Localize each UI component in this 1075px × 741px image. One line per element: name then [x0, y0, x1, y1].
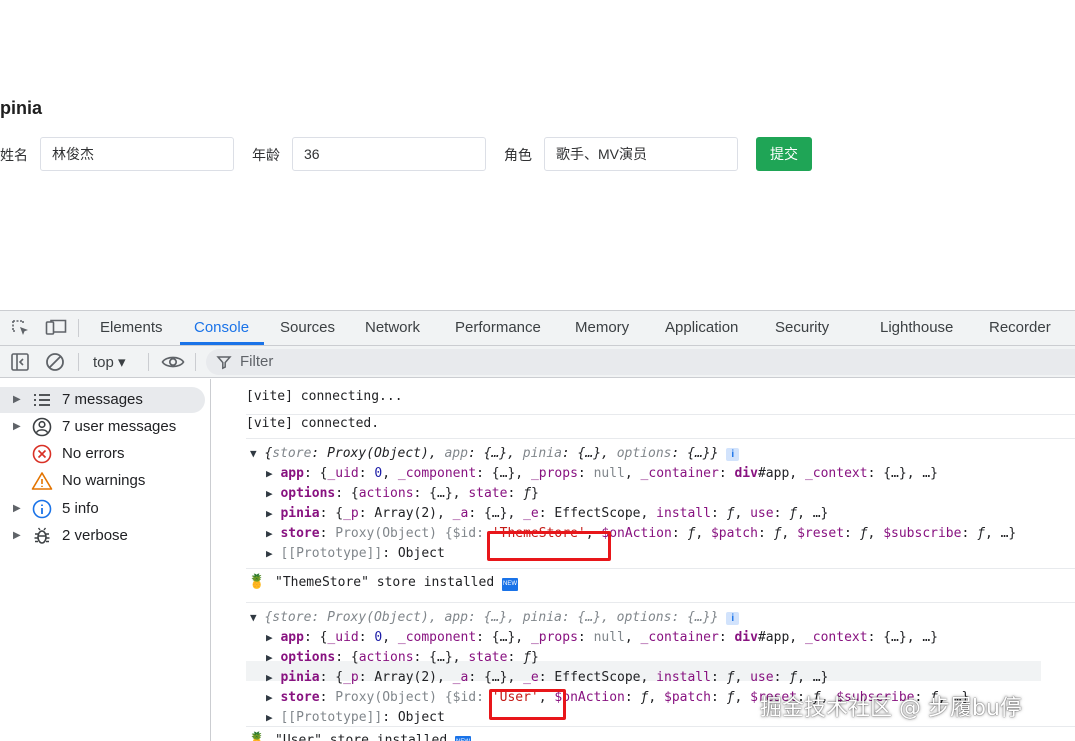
- expand-arrow-icon[interactable]: ▼: [250, 447, 257, 460]
- toolbar-divider: [195, 353, 196, 371]
- sidebar-item-label: 5 info: [62, 500, 99, 517]
- object-property[interactable]: ▶ store: Proxy(Object) {$id: 'ThemeStore…: [266, 526, 1016, 541]
- sidebar-item-warnings[interactable]: No warnings: [0, 468, 205, 494]
- page-title: pinia: [0, 98, 43, 118]
- expand-arrow-icon[interactable]: ▼: [250, 611, 257, 624]
- tabbar-divider: [78, 319, 79, 337]
- object-property[interactable]: ▶ pinia: {_p: Array(2), _a: {…}, _e: Eff…: [266, 506, 828, 521]
- sidebar-item-info[interactable]: ▶ 5 info: [0, 496, 205, 522]
- tab-sources[interactable]: Sources: [280, 319, 335, 336]
- tab-network[interactable]: Network: [365, 319, 420, 336]
- console-message[interactable]: 🍍 "ThemeStore" store installed NEW: [246, 569, 1075, 603]
- live-expression-eye-icon[interactable]: [161, 352, 185, 372]
- info-badge-icon: i: [726, 448, 740, 461]
- role-input[interactable]: [544, 137, 738, 171]
- role-label: 角色: [504, 147, 532, 163]
- console-object-theme[interactable]: ▼ {store: Proxy(Object), app: {…}, pinia…: [246, 439, 1075, 569]
- object-property[interactable]: ▶ [[Prototype]]: Object: [266, 710, 445, 725]
- console-output: [vite] connecting... [vite] connected. ▼…: [212, 379, 1075, 741]
- console-message[interactable]: 🍍 "User" store installed NEW: [246, 727, 1075, 741]
- clear-console-icon[interactable]: [45, 352, 65, 372]
- console-text: [vite] connecting...: [246, 389, 403, 404]
- tab-console[interactable]: Console: [194, 319, 249, 336]
- pineapple-icon: 🍍: [248, 574, 266, 590]
- name-label: 姓名: [0, 147, 28, 163]
- sidebar-item-user-messages[interactable]: ▶ 7 user messages: [0, 414, 205, 440]
- toolbar-divider: [148, 353, 149, 371]
- context-selector[interactable]: top ▾: [93, 353, 126, 371]
- console-message[interactable]: [vite] connected.: [246, 415, 1075, 439]
- tab-elements[interactable]: Elements: [100, 319, 163, 336]
- user-icon: [32, 417, 52, 437]
- filter-placeholder: Filter: [240, 353, 274, 370]
- name-input[interactable]: [40, 137, 234, 171]
- object-property[interactable]: ▶ [[Prototype]]: Object: [266, 546, 445, 561]
- expand-arrow-icon[interactable]: ▶: [13, 503, 21, 514]
- object-property[interactable]: ▶ options: {actions: {…}, state: ƒ}: [266, 486, 539, 501]
- error-icon: [32, 444, 52, 464]
- sidebar-item-errors[interactable]: No errors: [0, 441, 205, 467]
- tab-lighthouse[interactable]: Lighthouse: [880, 319, 953, 336]
- console-toolbar: top ▾ Filter: [0, 346, 1075, 378]
- new-badge-icon: NEW: [501, 578, 518, 591]
- devtools-tabbar: Elements Console Sources Network Perform…: [0, 311, 1075, 346]
- sidebar-item-messages[interactable]: ▶ 7 messages: [0, 387, 205, 413]
- expand-arrow-icon[interactable]: ▶: [13, 530, 21, 541]
- age-label: 年龄: [252, 147, 280, 163]
- sidebar-item-label: No warnings: [62, 472, 146, 489]
- console-text: "User" store installed NEW: [275, 733, 472, 741]
- bug-icon: [34, 527, 50, 544]
- user-form: 姓名 年龄 角色 提交: [0, 137, 1075, 171]
- console-text: [vite] connected.: [246, 416, 380, 431]
- submit-button[interactable]: 提交: [756, 137, 812, 171]
- filter-input[interactable]: [206, 349, 1075, 375]
- object-property[interactable]: ▶ app: {_uid: 0, _component: {…}, _props…: [266, 630, 938, 645]
- expand-arrow-icon[interactable]: ▶: [13, 394, 21, 405]
- object-summary[interactable]: ▼ {store: Proxy(Object), app: {…}, pinia…: [250, 446, 740, 461]
- object-property[interactable]: ▶ app: {_uid: 0, _component: {…}, _props…: [266, 466, 938, 481]
- devtools-panel: Elements Console Sources Network Perform…: [0, 310, 1075, 741]
- tab-application[interactable]: Application: [665, 319, 738, 336]
- object-property[interactable]: ▶ pinia: {_p: Array(2), _a: {…}, _e: Eff…: [266, 670, 828, 685]
- active-tab-indicator: [180, 342, 264, 345]
- new-badge-icon: NEW: [455, 736, 472, 741]
- console-sidebar: ▶ 7 messages ▶ 7 user messages No errors: [0, 379, 211, 741]
- sidebar-item-label: 2 verbose: [62, 527, 128, 544]
- device-toolbar-icon[interactable]: [45, 319, 67, 337]
- tab-security[interactable]: Security: [775, 319, 829, 336]
- toolbar-divider: [78, 353, 79, 371]
- age-input[interactable]: [292, 137, 486, 171]
- sidebar-item-label: No errors: [62, 445, 125, 462]
- sidebar-item-verbose[interactable]: ▶ 2 verbose: [0, 523, 205, 549]
- tab-performance[interactable]: Performance: [455, 319, 541, 336]
- filter-icon: [216, 356, 232, 370]
- sidebar-item-label: 7 user messages: [62, 418, 177, 435]
- expand-arrow-icon[interactable]: ▶: [13, 421, 21, 432]
- console-message[interactable]: [vite] connecting...: [246, 387, 1075, 415]
- list-icon: [34, 394, 50, 406]
- object-property[interactable]: ▶ options: {actions: {…}, state: ƒ}: [266, 650, 539, 665]
- object-summary[interactable]: ▼ {store: Proxy(Object), app: {…}, pinia…: [250, 610, 740, 625]
- tab-memory[interactable]: Memory: [575, 319, 629, 336]
- sidebar-item-label: 7 messages: [62, 391, 143, 408]
- info-icon: [32, 499, 52, 519]
- tab-recorder[interactable]: Recorder: [989, 319, 1051, 336]
- inspect-element-icon[interactable]: [11, 319, 31, 337]
- sidebar-toggle-icon[interactable]: [10, 352, 30, 372]
- pineapple-icon: 🍍: [248, 732, 266, 741]
- annotation-box-themestore: [487, 531, 611, 561]
- console-text: "ThemeStore" store installed NEW: [275, 575, 518, 591]
- annotation-box-user: [489, 689, 566, 720]
- info-badge-icon: i: [726, 612, 740, 625]
- watermark: 掘金技术社区 @ 步履bu停: [760, 696, 1022, 721]
- warning-icon: [31, 472, 53, 490]
